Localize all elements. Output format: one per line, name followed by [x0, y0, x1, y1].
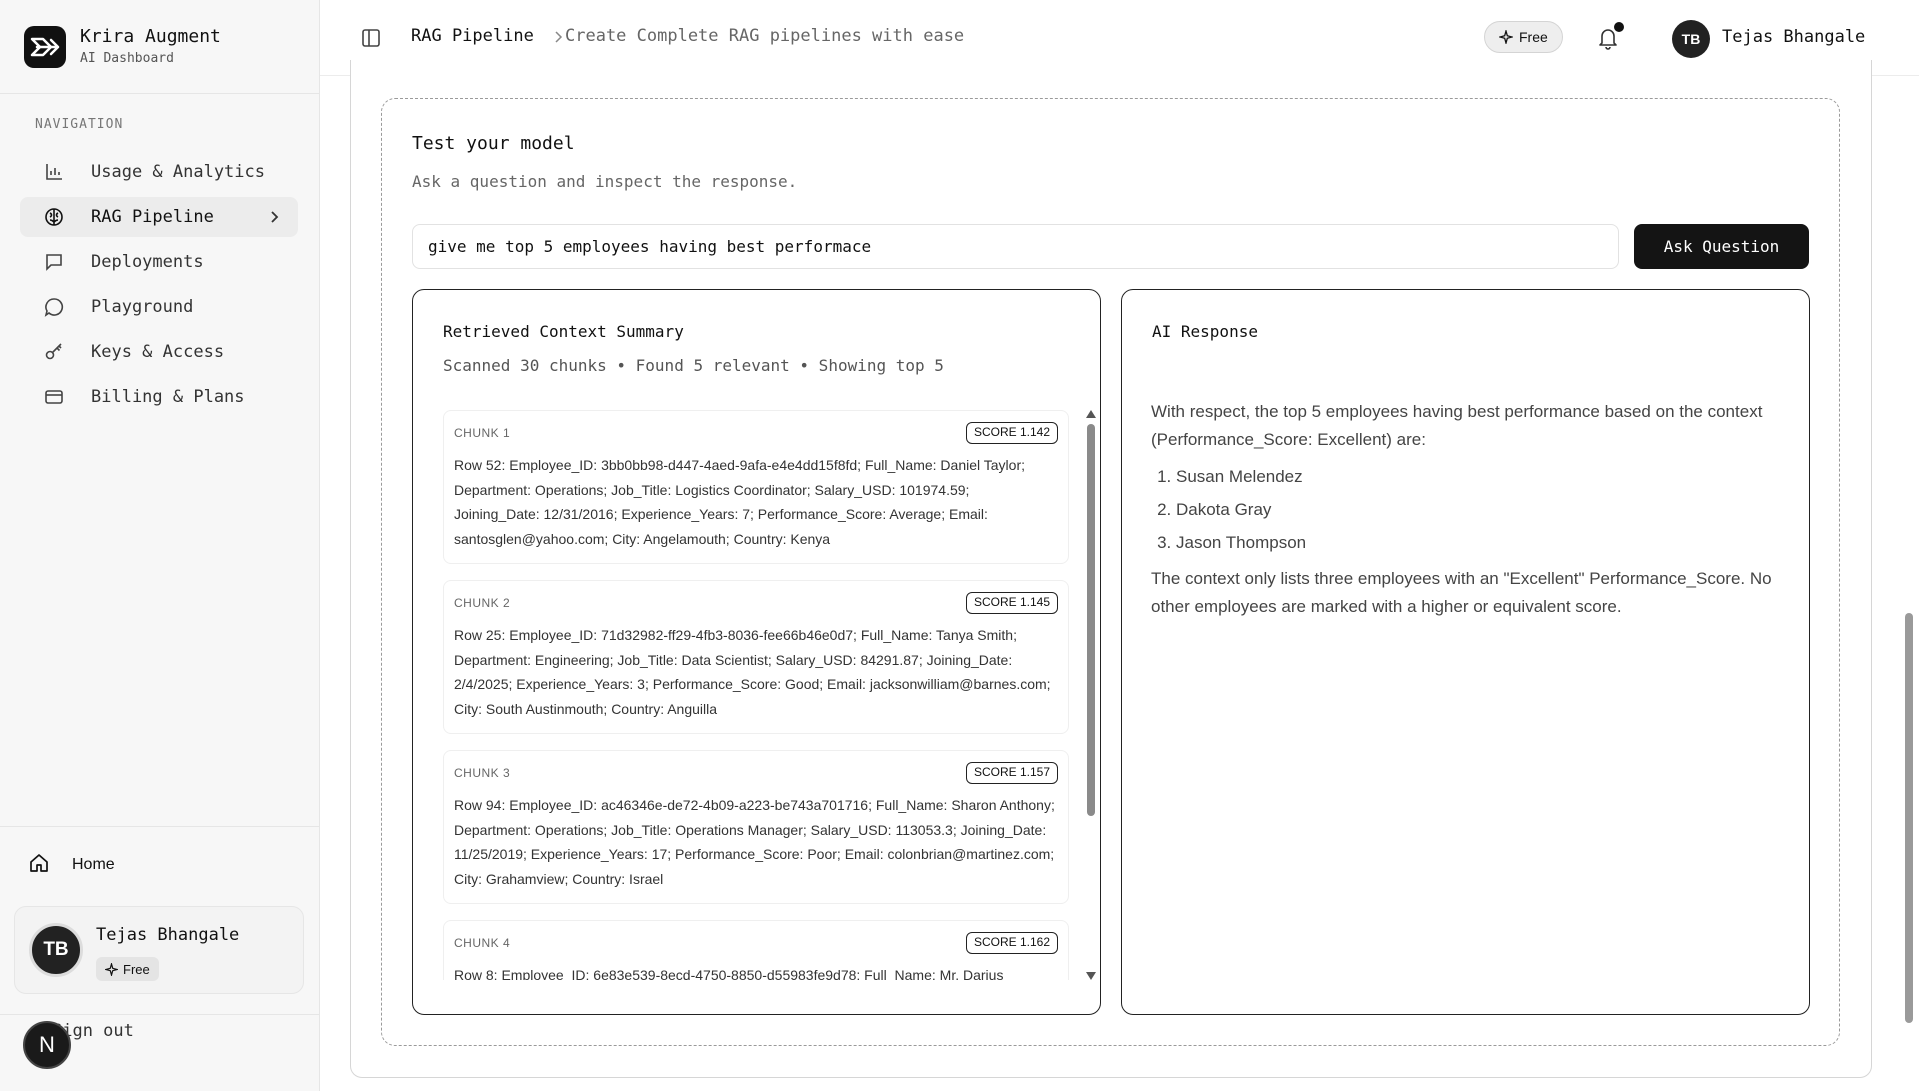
chunk-card: CHUNK 3 SCORE 1.157 Row 94: Employee_ID:… [443, 750, 1069, 904]
brain-icon [42, 205, 66, 229]
question-input[interactable] [412, 224, 1619, 269]
plan-badge[interactable]: Free [1484, 21, 1563, 53]
scroll-down-arrow-icon[interactable] [1086, 972, 1096, 980]
score-badge: SCORE 1.145 [965, 592, 1058, 614]
breadcrumb-root[interactable]: RAG Pipeline [411, 26, 534, 46]
avatar[interactable]: TB [1672, 20, 1710, 58]
assistant-fab-button[interactable]: N [23, 1021, 71, 1069]
plan-badge-label: Free [1519, 29, 1548, 45]
notification-dot [1614, 22, 1624, 32]
ai-response-body: With respect, the top 5 employees having… [1151, 398, 1783, 621]
context-summary: Scanned 30 chunks • Found 5 relevant • S… [443, 356, 944, 375]
sidebar-item-label: Usage & Analytics [91, 162, 265, 182]
sidebar-nav: Usage & Analytics RAG Pipeline Deploymen… [20, 152, 298, 422]
sidebar-item-label: Billing & Plans [91, 387, 245, 407]
list-item: Jason Thompson [1176, 526, 1783, 559]
credit-card-icon [42, 385, 66, 409]
nav-heading: NAVIGATION [35, 117, 124, 132]
ai-response-list: Susan Melendez Dakota Gray Jason Thompso… [1151, 460, 1783, 559]
avatar: TB [29, 923, 83, 977]
sidebar-item-label: Deployments [91, 252, 204, 272]
sidebar: Krira Augment AI Dashboard NAVIGATION Us… [0, 0, 320, 1091]
brand-subtitle: AI Dashboard [80, 51, 174, 66]
sidebar-item-label: RAG Pipeline [91, 207, 214, 227]
user-name[interactable]: Tejas Bhangale [1722, 27, 1865, 47]
sidebar-item-label: Playground [91, 297, 194, 317]
sidebar-item-keys-access[interactable]: Keys & Access [20, 332, 298, 372]
scroll-thumb[interactable] [1087, 424, 1095, 816]
ai-response-panel: AI Response With respect, the top 5 empl… [1121, 289, 1810, 1015]
scroll-up-arrow-icon[interactable] [1086, 410, 1096, 418]
sparkle-icon [105, 962, 118, 976]
divider [0, 93, 320, 94]
ai-response-outro: The context only lists three employees w… [1151, 569, 1772, 616]
plan-badge-label: Free [123, 961, 150, 977]
chunk-text: Row 52: Employee_ID: 3bb0bb98-d447-4aed-… [454, 457, 1025, 547]
bar-chart-icon [42, 160, 66, 184]
panel-title: AI Response [1152, 322, 1258, 341]
user-name: Tejas Bhangale [96, 925, 240, 945]
divider [0, 1014, 320, 1015]
home-icon [28, 852, 50, 878]
score-badge: SCORE 1.157 [965, 762, 1058, 784]
chunk-text: Row 94: Employee_ID: ac46346e-de72-4b09-… [454, 797, 1055, 887]
brand-logo-icon [24, 26, 66, 68]
sidebar-item-billing-plans[interactable]: Billing & Plans [20, 377, 298, 417]
section-subtitle: Ask a question and inspect the response. [412, 172, 798, 191]
page-scrollbar[interactable] [1905, 613, 1913, 1023]
sidebar-item-playground[interactable]: Playground [20, 287, 298, 327]
plan-badge: Free [96, 957, 159, 981]
list-item: Dakota Gray [1176, 493, 1783, 526]
retrieved-context-panel: Retrieved Context Summary Scanned 30 chu… [412, 289, 1101, 1015]
key-icon [42, 340, 66, 364]
sparkle-icon [1499, 30, 1513, 44]
brand[interactable]: Krira Augment AI Dashboard [24, 26, 221, 68]
chunk-card: CHUNK 1 SCORE 1.142 Row 52: Employee_ID:… [443, 410, 1069, 564]
chunk-scrollbar[interactable] [1086, 410, 1096, 980]
score-badge: SCORE 1.142 [965, 422, 1058, 444]
chunk-text: Row 25: Employee_ID: 71d32982-ff29-4fb3-… [454, 627, 1051, 717]
chevron-right-icon [264, 207, 284, 231]
divider [0, 826, 320, 827]
panel-title: Retrieved Context Summary [443, 322, 684, 341]
brand-title: Krira Augment [80, 26, 221, 47]
chevron-right-icon [552, 28, 566, 50]
user-card[interactable]: TB Tejas Bhangale Free [14, 906, 304, 994]
message-square-icon [42, 250, 66, 274]
sidebar-item-rag-pipeline[interactable]: RAG Pipeline [20, 197, 298, 237]
list-item: Susan Melendez [1176, 460, 1783, 493]
chunk-card: CHUNK 2 SCORE 1.145 Row 25: Employee_ID:… [443, 580, 1069, 734]
ai-response-intro: With respect, the top 5 employees having… [1151, 402, 1763, 449]
sidebar-item-label: Keys & Access [91, 342, 225, 362]
chunk-card: CHUNK 4 SCORE 1.162 Row 8: Employee_ID: … [443, 920, 1069, 980]
ask-question-button[interactable]: Ask Question [1634, 224, 1809, 269]
score-badge: SCORE 1.162 [965, 932, 1058, 954]
message-circle-icon [42, 295, 66, 319]
chunk-text: Row 8: Employee_ID: 6e83e539-8ecd-4750-8… [454, 967, 1004, 980]
sidebar-toggle-icon[interactable] [360, 27, 382, 53]
section-title: Test your model [412, 133, 575, 154]
breadcrumb-description: Create Complete RAG pipelines with ease [565, 26, 965, 46]
sidebar-item-usage-analytics[interactable]: Usage & Analytics [20, 152, 298, 192]
home-label: Home [72, 856, 115, 873]
sidebar-item-deployments[interactable]: Deployments [20, 242, 298, 282]
chunk-list[interactable]: CHUNK 1 SCORE 1.142 Row 52: Employee_ID:… [443, 410, 1069, 980]
home-link[interactable]: Home [28, 852, 115, 878]
